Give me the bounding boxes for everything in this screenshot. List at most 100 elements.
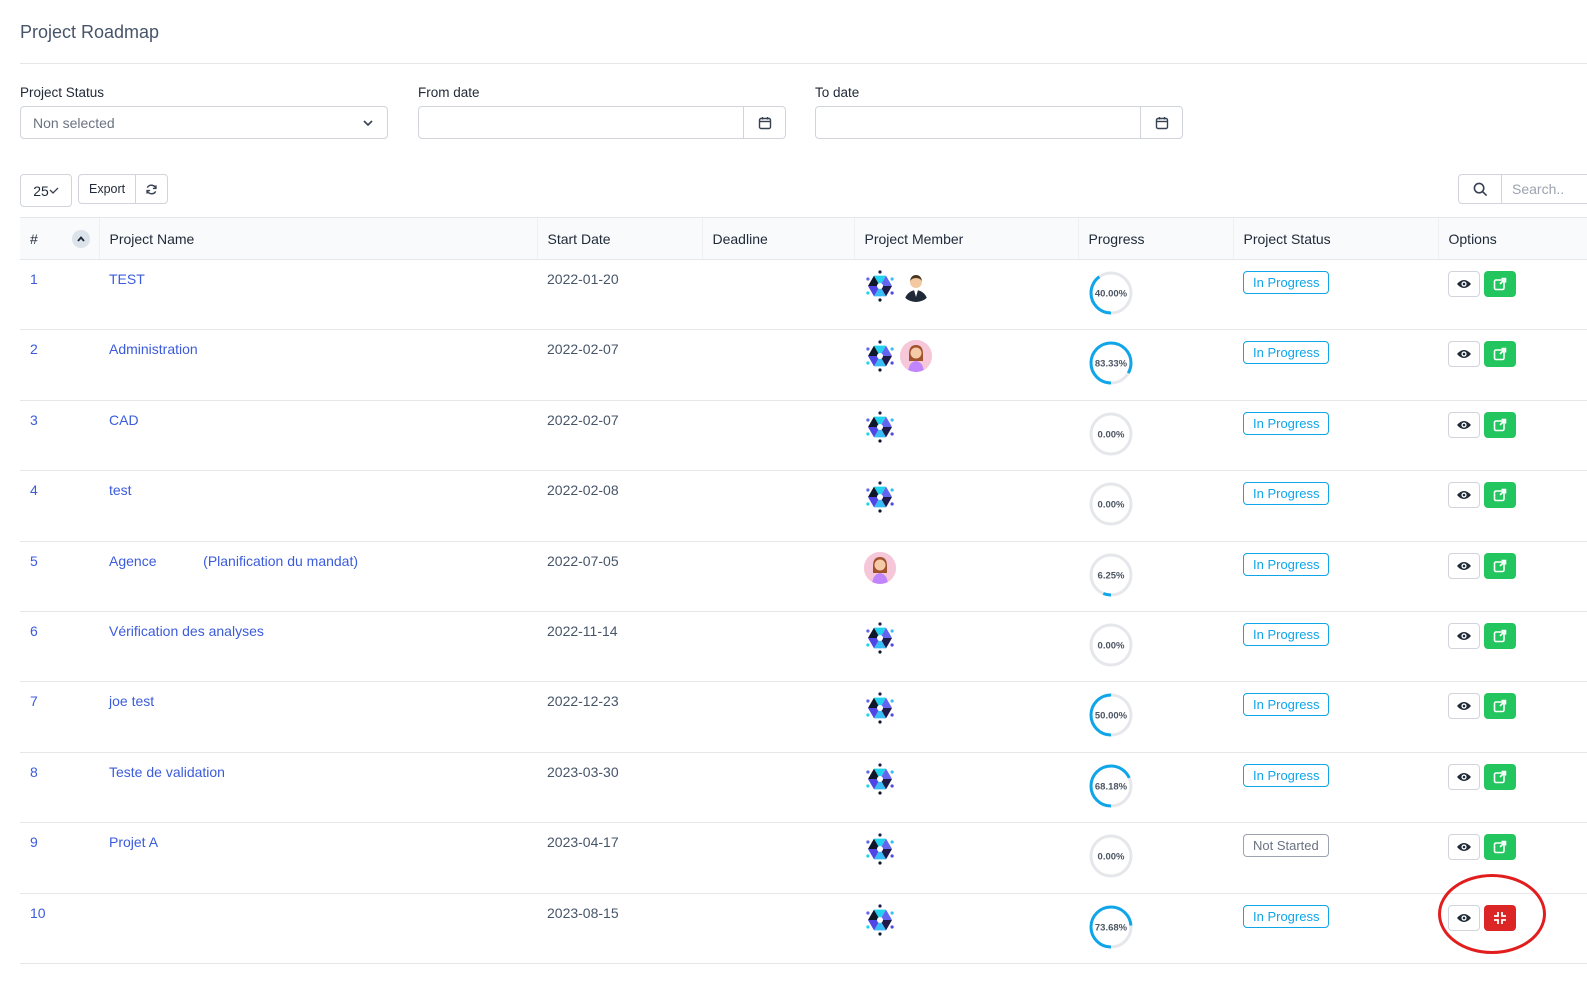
avatar[interactable] — [864, 763, 896, 795]
deadline — [702, 330, 854, 400]
progress-label: 0.00% — [1098, 852, 1125, 863]
edit-button[interactable] — [1484, 834, 1516, 861]
page-length-select[interactable]: 25 — [20, 174, 72, 207]
page-length-value: 25 — [33, 182, 49, 199]
view-button[interactable] — [1448, 341, 1480, 368]
avatar[interactable] — [864, 481, 896, 513]
avatar[interactable] — [864, 411, 896, 443]
start-date: 2022-02-08 — [547, 482, 619, 499]
to-date-input[interactable] — [816, 107, 1140, 138]
avatar[interactable] — [864, 622, 896, 654]
project-name-link[interactable] — [99, 893, 537, 963]
edit-button[interactable] — [1484, 693, 1516, 720]
row-number[interactable]: 10 — [20, 893, 99, 963]
progress-label: 0.00% — [1098, 640, 1125, 651]
view-button[interactable] — [1448, 693, 1480, 720]
progress-ring: 50.00% — [1089, 693, 1133, 737]
progress-cell: 50.00% — [1078, 682, 1233, 752]
header-progress[interactable]: Progress — [1077, 217, 1233, 260]
project-name-link[interactable]: Teste de validation — [99, 752, 537, 822]
view-button[interactable] — [1448, 622, 1480, 649]
avatar[interactable] — [900, 340, 932, 373]
avatar[interactable] — [900, 270, 932, 302]
project-status-select[interactable]: Non selected — [20, 106, 388, 139]
table-search: Search.. — [1458, 174, 1587, 204]
search-button[interactable] — [1458, 174, 1502, 204]
avatar[interactable] — [864, 833, 896, 865]
view-button[interactable] — [1448, 271, 1480, 297]
progress-label: 83.33% — [1095, 359, 1128, 370]
avatar[interactable] — [864, 692, 896, 724]
header-project-name[interactable]: Project Name — [98, 217, 537, 260]
project-name-link[interactable]: TEST — [99, 260, 537, 330]
row-number[interactable]: 4 — [20, 471, 99, 541]
deadline — [702, 541, 854, 611]
edit-button[interactable] — [1484, 622, 1516, 649]
row-number[interactable]: 2 — [20, 330, 99, 400]
avatar[interactable] — [864, 270, 896, 302]
header-number[interactable]: # — [20, 217, 99, 260]
progress-ring: 68.18% — [1089, 764, 1133, 808]
row-number[interactable]: 5 — [20, 541, 99, 611]
edit-button[interactable] — [1484, 763, 1516, 790]
header-deadline[interactable]: Deadline — [701, 217, 854, 260]
calendar-icon — [1155, 116, 1168, 129]
avatar[interactable] — [864, 551, 896, 584]
view-button[interactable] — [1448, 834, 1480, 861]
progress-ring: 0.00% — [1089, 412, 1133, 456]
project-name-link[interactable]: Projet A — [99, 823, 537, 893]
edit-button[interactable] — [1484, 271, 1516, 297]
row-number[interactable]: 9 — [20, 823, 99, 893]
view-button[interactable] — [1448, 552, 1480, 579]
row-number[interactable]: 3 — [20, 400, 99, 470]
view-button[interactable] — [1448, 411, 1480, 438]
edit-button[interactable] — [1484, 482, 1516, 509]
avatar[interactable] — [864, 903, 896, 936]
header-project-member[interactable]: Project Member — [853, 217, 1078, 260]
project-name-link[interactable]: Agence (Planification du mandat) — [99, 541, 537, 611]
to-date-filter: To date — [815, 85, 1183, 139]
progress-ring: 0.00% — [1089, 482, 1133, 526]
table-row: 1 TEST 2022-01-20 40.00% In Progress — [20, 260, 1587, 330]
row-number[interactable]: 1 — [20, 260, 99, 330]
project-name-link[interactable]: joe test — [99, 682, 537, 752]
project-name-link[interactable]: Administration — [99, 330, 537, 400]
header-options: Options — [1437, 217, 1587, 260]
chevron-up-icon[interactable] — [72, 230, 90, 248]
row-number[interactable]: 6 — [20, 611, 99, 681]
table-row: 2 Administration 2022-02-07 83.33% In Progre… — [20, 330, 1587, 401]
table-row: 3 CAD 2022-02-07 0.00% In Progress — [20, 400, 1587, 471]
from-date-input[interactable] — [419, 107, 743, 138]
row-number[interactable]: 8 — [20, 752, 99, 822]
deadline — [702, 471, 854, 541]
row-number[interactable]: 7 — [20, 682, 99, 752]
project-name-link[interactable]: CAD — [99, 400, 537, 470]
project-name-link[interactable]: Vérification des analyses — [99, 611, 537, 681]
to-date-label: To date — [815, 85, 860, 100]
status-cell: In Progress — [1233, 893, 1438, 963]
reload-button[interactable] — [135, 175, 167, 203]
project-name-link[interactable]: test — [99, 471, 537, 541]
search-input[interactable]: Search.. — [1502, 174, 1587, 204]
header-project-status[interactable]: Project Status — [1232, 217, 1438, 260]
edit-button[interactable] — [1484, 411, 1516, 438]
header-start-date[interactable]: Start Date — [536, 217, 702, 260]
status-cell: In Progress — [1233, 541, 1438, 611]
to-date-picker-button[interactable] — [1140, 107, 1182, 138]
status-badge: In Progress — [1243, 552, 1330, 576]
from-date-picker-button[interactable] — [743, 107, 785, 138]
options-cell — [1438, 682, 1587, 752]
project-members — [854, 893, 1078, 963]
edit-button[interactable] — [1484, 552, 1516, 579]
progress-label: 0.00% — [1098, 500, 1125, 511]
export-button[interactable]: Export — [79, 175, 135, 203]
progress-cell: 0.00% — [1078, 471, 1233, 541]
view-button[interactable] — [1448, 763, 1480, 790]
deadline — [702, 400, 854, 470]
edit-button[interactable] — [1484, 341, 1516, 368]
avatar[interactable] — [864, 340, 896, 372]
view-button[interactable] — [1448, 482, 1480, 509]
options-cell — [1438, 330, 1587, 400]
progress-cell: 0.00% — [1078, 823, 1233, 893]
external-link-icon — [1493, 700, 1507, 713]
